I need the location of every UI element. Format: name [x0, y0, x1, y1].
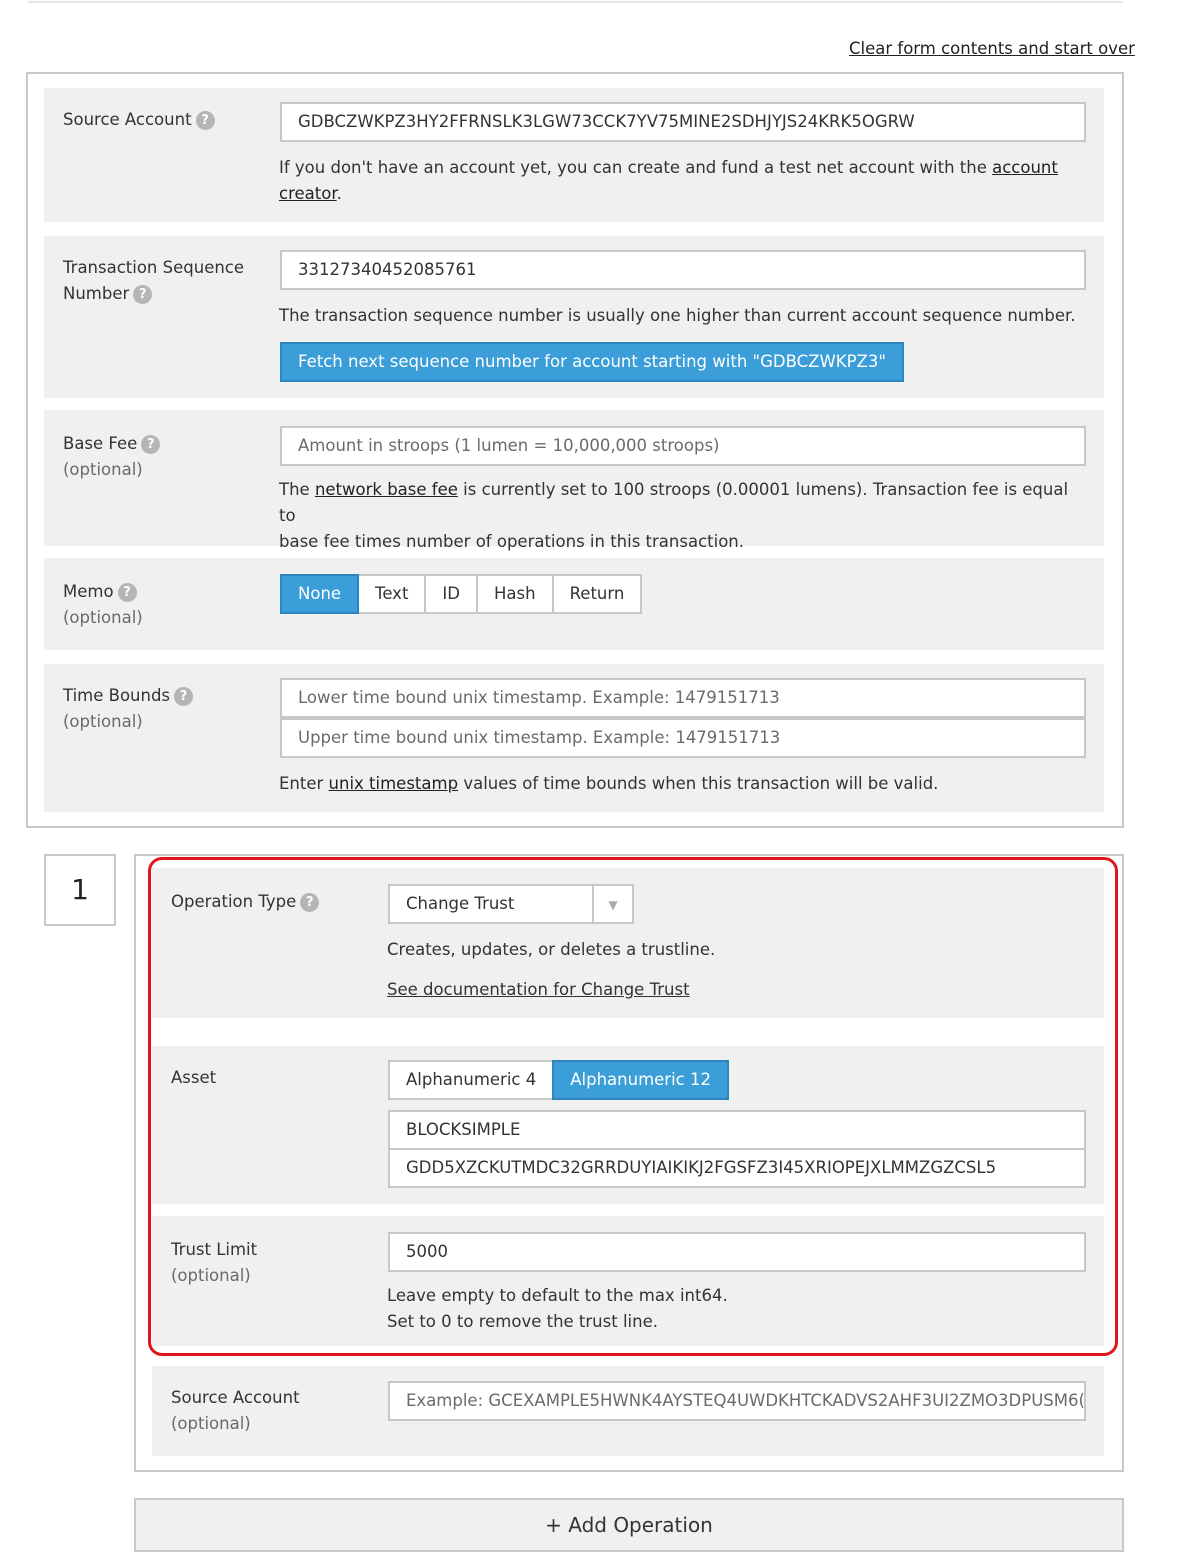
sequence-label-line2: Number	[63, 284, 130, 303]
help-icon[interactable]: ?	[195, 111, 215, 130]
memo-option-hash[interactable]: Hash	[476, 574, 554, 614]
optional-label: (optional)	[63, 712, 143, 731]
operation-number: 1	[44, 854, 116, 926]
top-divider	[28, 0, 1123, 3]
asset-option-alphanumeric-12[interactable]: Alphanumeric 12	[552, 1060, 729, 1100]
memo-type-selector: None Text ID Hash Return	[280, 574, 643, 614]
memo-option-return[interactable]: Return	[551, 574, 643, 614]
source-account-input[interactable]: GDBCZWKPZ3HY2FFRNSLK3LGW73CCK7YV75MINE2S…	[280, 102, 1086, 142]
help-icon[interactable]: ?	[117, 583, 137, 602]
time-bounds-row: Time Bounds? (optional) Lower time bound…	[44, 664, 1104, 812]
time-bounds-label-text: Time Bounds	[63, 686, 171, 705]
note-text: The	[279, 480, 310, 499]
base-fee-input[interactable]: Amount in stroops (1 lumen = 10,000,000 …	[280, 426, 1086, 466]
help-icon[interactable]: ?	[133, 285, 153, 304]
add-operation-button[interactable]: + Add Operation	[134, 1498, 1124, 1552]
base-fee-label-text: Base Fee	[63, 434, 138, 453]
time-bounds-label: Time Bounds? (optional)	[63, 683, 194, 735]
memo-label-text: Memo	[63, 582, 114, 601]
source-account-note: If you don't have an account yet, you ca…	[279, 155, 1079, 207]
operation-source-account-row: Source Account (optional) Example: GCEXA…	[152, 1366, 1104, 1456]
account-creator-link[interactable]: account	[992, 158, 1058, 177]
source-account-label-text: Source Account	[63, 110, 192, 129]
sequence-label-line1: Transaction Sequence	[63, 258, 245, 277]
highlight-box	[148, 857, 1118, 1356]
sequence-note: The transaction sequence number is usual…	[279, 306, 1076, 325]
source-account-label: Source Account?	[63, 107, 215, 133]
time-bounds-note: Enter unix timestamp values of time boun…	[279, 771, 1079, 797]
note-text: If you don't have an account yet, you ca…	[279, 158, 987, 177]
memo-option-text[interactable]: Text	[357, 574, 427, 614]
operation-source-account-label: Source Account (optional)	[171, 1385, 300, 1437]
sequence-row: Transaction Sequence Number? 33127340452…	[44, 236, 1104, 398]
sequence-label: Transaction Sequence Number?	[63, 255, 244, 307]
base-fee-row: Base Fee? (optional) Amount in stroops (…	[44, 410, 1104, 551]
lower-time-bound-input[interactable]: Lower time bound unix timestamp. Example…	[280, 678, 1086, 718]
memo-option-id[interactable]: ID	[424, 574, 478, 614]
unix-timestamp-link[interactable]: unix timestamp	[329, 774, 459, 793]
clear-form-link[interactable]: Clear form contents and start over	[849, 39, 1135, 58]
operation-source-account-label-text: Source Account	[171, 1388, 300, 1407]
account-creator-link-2[interactable]: creator	[279, 184, 337, 203]
upper-time-bound-input[interactable]: Upper time bound unix timestamp. Example…	[280, 718, 1086, 758]
memo-row: Memo? (optional) None Text ID Hash Retur…	[44, 558, 1104, 650]
memo-option-none[interactable]: None	[280, 574, 360, 614]
fetch-sequence-button[interactable]: Fetch next sequence number for account s…	[280, 342, 904, 382]
memo-label: Memo? (optional)	[63, 579, 143, 631]
note-text: base fee times number of operations in t…	[279, 532, 744, 551]
note-period: .	[336, 184, 342, 203]
source-account-row: Source Account? GDBCZWKPZ3HY2FFRNSLK3LGW…	[44, 88, 1104, 222]
base-fee-label: Base Fee? (optional)	[63, 431, 161, 483]
operation-source-account-input[interactable]: Example: GCEXAMPLE5HWNK4AYSTEQ4UWDKHTCKA…	[388, 1381, 1086, 1421]
note-text: values of time bounds when this transact…	[463, 774, 939, 793]
network-base-fee-link[interactable]: network base fee	[315, 480, 458, 499]
optional-label: (optional)	[63, 460, 143, 479]
note-text: Enter	[279, 774, 324, 793]
sequence-input[interactable]: 33127340452085761	[280, 250, 1086, 290]
optional-label: (optional)	[63, 608, 143, 627]
base-fee-note: The network base fee is currently set to…	[279, 477, 1079, 555]
help-icon[interactable]: ?	[174, 687, 194, 706]
help-icon[interactable]: ?	[141, 435, 161, 454]
optional-label: (optional)	[171, 1414, 251, 1433]
